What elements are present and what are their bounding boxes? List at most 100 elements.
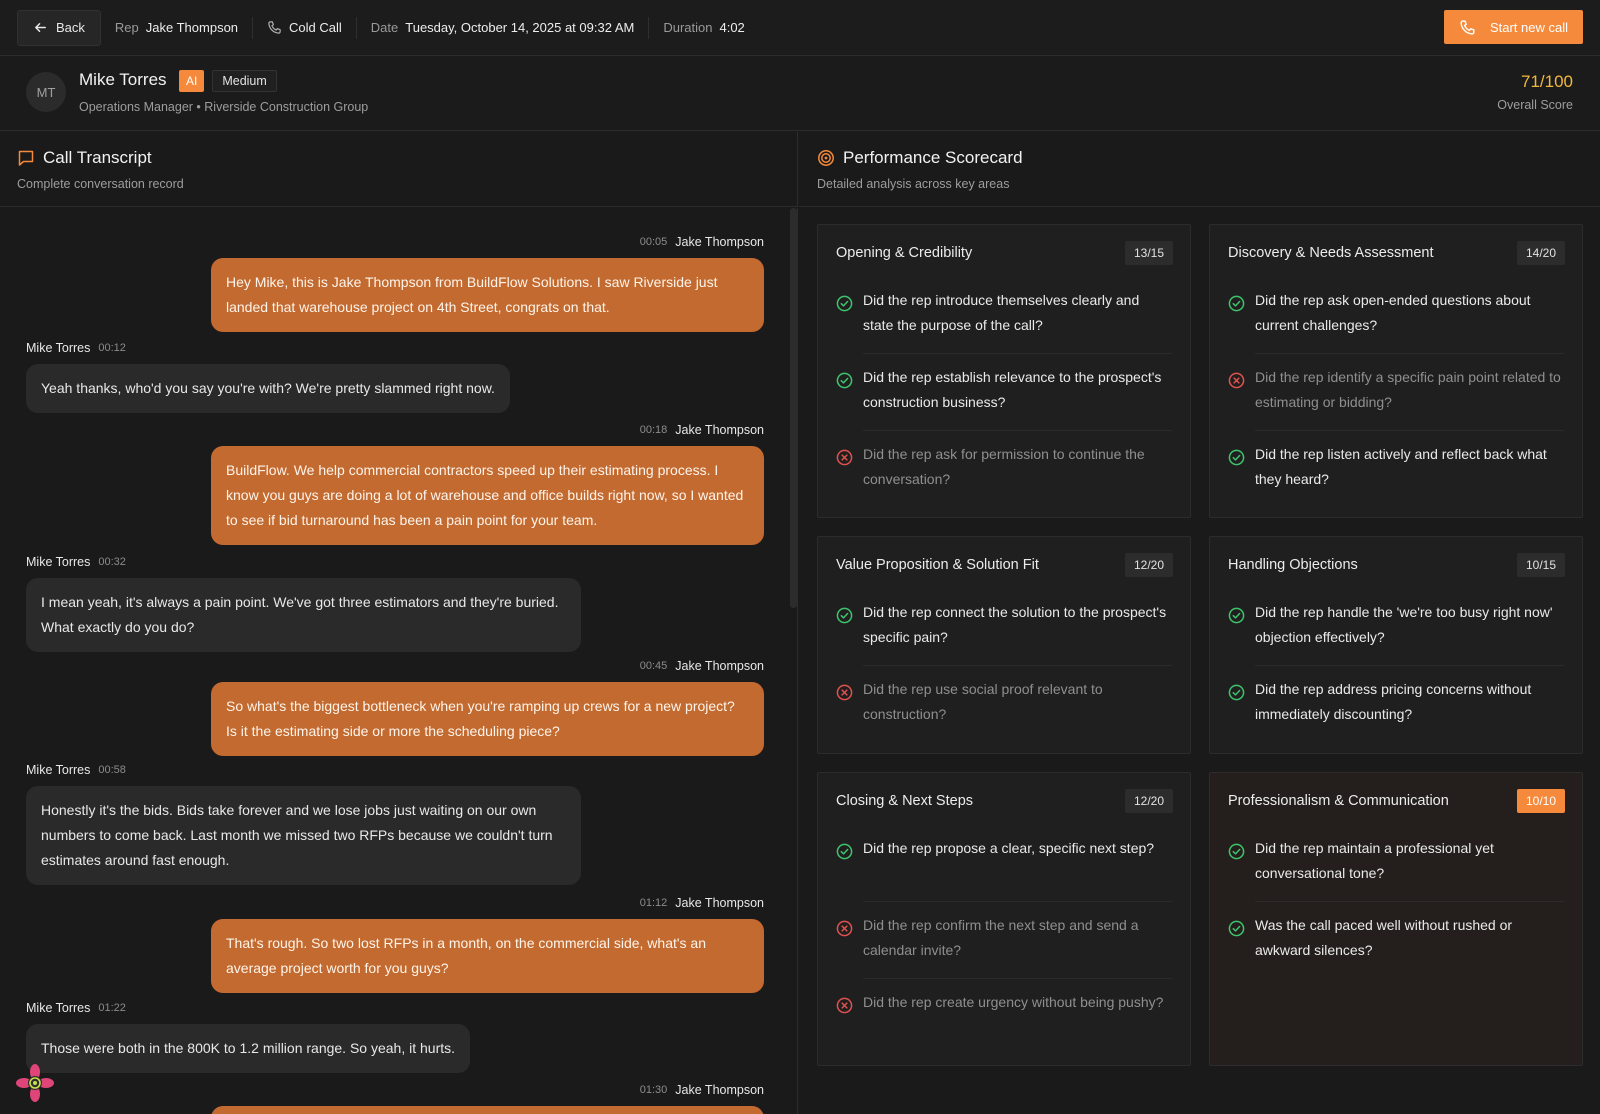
message-prospect: Mike Torres 00:32 I mean yeah, it's alway… [26,554,581,652]
check-circle-icon [836,372,853,389]
date-label: Date [370,20,399,35]
prospect-title: Operations Manager • Riverside Construct… [79,100,369,114]
message-bubble: Yeah thanks, who'd you say you're with? … [26,364,510,413]
rep-label: Rep [114,20,139,35]
back-button[interactable]: Back [17,9,101,46]
start-new-call-label: Start new call [1489,19,1569,35]
card-title: Discovery & Needs Assessment [1228,245,1434,261]
message-bubble [211,1106,764,1114]
overall-score: 71/100 Overall Score [1497,72,1573,112]
message-rep: 00:45 Jake Thompson So what's the biggest… [211,658,764,756]
score-card-discovery: Discovery & Needs Assessment 14/20 Did t… [1209,224,1583,518]
message-speaker: Mike Torres [26,1001,91,1015]
message-time: 00:58 [98,764,126,776]
criterion-text: Did the rep establish relevance to the p… [863,369,1162,410]
message-rep: 01:30 Jake Thompson [211,1082,764,1114]
top-bar: Back Rep Jake Thompson Cold Call Date Tu… [0,0,1600,56]
difficulty-badge: Medium [212,70,277,92]
message-time: 00:12 [98,342,126,354]
message-speaker: Jake Thompson [675,896,764,910]
check-circle-icon [1228,684,1245,701]
card-score: 10/10 [1516,789,1565,813]
assistant-icon[interactable] [15,1063,55,1103]
criterion-item: Did the rep use social proof relevant to… [836,677,1172,754]
transcript-panel[interactable]: 00:05 Jake Thompson Hey Mike, this is Jak… [0,208,798,1114]
criterion-text: Did the rep propose a clear, specific ne… [863,840,1155,856]
criterion-text: Did the rep listen actively and reflect … [1255,446,1547,487]
divider [648,16,650,39]
divider [863,430,1172,431]
criterion-text: Did the rep ask open-ended questions abo… [1255,292,1531,333]
score-card-objections: Handling Objections 10/15 Did the rep ha… [1209,536,1583,754]
prospect-badges: AI Medium [179,70,277,92]
card-score: 13/15 [1124,241,1173,265]
criterion-text: Was the call paced well without rushed o… [1255,917,1513,958]
message-speaker: Mike Torres [26,763,91,777]
target-icon [818,150,834,166]
criterion-text: Did the rep identify a specific pain poi… [1255,369,1561,410]
message-rep: 01:12 Jake Thompson That's rough. So two … [211,895,764,993]
message-time: 01:22 [98,1002,126,1014]
message-bubble: Hey Mike, this is Jake Thompson from Bui… [211,258,764,332]
card-title: Value Proposition & Solution Fit [836,557,1039,573]
rep-name: Jake Thompson [145,20,239,35]
card-title: Professionalism & Communication [1228,793,1449,809]
message-bubble: I mean yeah, it's always a pain point. W… [26,578,581,652]
x-circle-icon [836,997,853,1014]
transcript-header: Call Transcript Complete conversation re… [0,132,798,207]
message-bubble: So what's the biggest bottleneck when yo… [211,682,764,756]
criterion-item: Did the rep listen actively and reflect … [1228,442,1564,519]
overall-score-value: 71/100 [1521,72,1573,91]
divider [863,665,1172,666]
check-circle-icon [836,843,853,860]
duration-meta: Duration 4:02 [663,20,744,35]
message-speaker: Jake Thompson [675,423,764,437]
criterion-text: Did the rep connect the solution to the … [863,604,1167,645]
check-circle-icon [1228,607,1245,624]
overall-score-label: Overall Score [1497,98,1573,112]
message-speaker: Jake Thompson [675,1083,764,1097]
criterion-text: Did the rep maintain a professional yet … [1255,840,1494,881]
score-card-professionalism: Professionalism & Communication 10/10 Di… [1209,772,1583,1066]
message-prospect: Mike Torres 00:12 Yeah thanks, who'd you … [26,340,546,413]
criterion-text: Did the rep ask for permission to contin… [863,446,1145,487]
date-value: Tuesday, October 14, 2025 at 09:32 AM [405,20,635,35]
criterion-text: Did the rep address pricing concerns wit… [1255,681,1532,722]
message-bubble: Those were both in the 800K to 1.2 milli… [26,1024,471,1073]
scrollbar[interactable] [790,208,797,608]
ai-badge: AI [179,70,205,92]
phone-icon [268,21,281,34]
criterion-item: Was the call paced well without rushed o… [1228,913,1564,990]
card-score: 10/15 [1516,553,1565,577]
x-circle-icon [836,684,853,701]
message-time: 00:18 [639,424,668,436]
card-score: 12/20 [1124,789,1173,813]
avatar: MT [26,72,66,112]
x-circle-icon [836,920,853,937]
criterion-text: Did the rep use social proof relevant to… [863,681,1103,722]
criterion-text: Did the rep handle the 'we're too busy r… [1255,604,1553,645]
scorecard-title: Performance Scorecard [843,148,1023,167]
divider [863,901,1172,902]
duration-label: Duration [663,20,713,35]
message-speaker: Jake Thompson [675,659,764,673]
message-bubble: That's rough. So two lost RFPs in a mont… [211,919,764,993]
divider [1255,430,1564,431]
prospect-name: Mike Torres [79,70,167,89]
card-title: Closing & Next Steps [836,793,974,809]
check-circle-icon [1228,843,1245,860]
message-time: 01:30 [639,1084,668,1096]
back-label: Back [56,20,85,35]
divider [355,16,357,39]
arrow-left-icon [35,23,46,32]
card-score: 12/20 [1124,553,1173,577]
criterion-text: Did the rep create urgency without being… [863,994,1164,1010]
transcript-title: Call Transcript [43,148,152,167]
x-circle-icon [836,449,853,466]
call-type: Cold Call [289,20,342,35]
start-new-call-button[interactable]: Start new call [1444,10,1583,44]
check-circle-icon [1228,295,1245,312]
date-meta: Date Tuesday, October 14, 2025 at 09:32 … [371,20,635,35]
prospect-bar: MT Mike Torres AI Medium Operations Mana… [0,56,1600,131]
card-title: Opening & Credibility [836,245,973,261]
